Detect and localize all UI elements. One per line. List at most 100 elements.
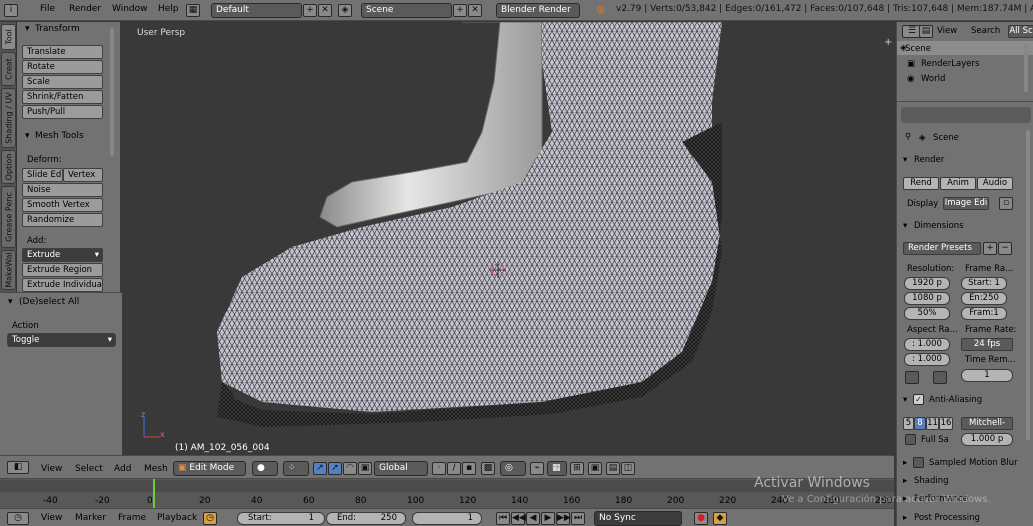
aa-samples-16[interactable]: 16 — [939, 417, 953, 430]
vertex-slide-button[interactable]: Vertex — [63, 168, 103, 182]
render-audio-button[interactable]: Audio — [977, 177, 1013, 190]
marker-menu[interactable]: Marker — [75, 513, 106, 523]
outliner-filter-select[interactable]: All Sc — [1008, 25, 1033, 38]
slide-edge-button[interactable]: Slide Ed — [22, 168, 63, 182]
tab-grease-pencil[interactable]: Grease Penc — [1, 186, 16, 248]
translate-button[interactable]: Translate — [22, 45, 103, 59]
preview-range-icon[interactable]: ◷ — [203, 512, 217, 525]
snap-target-icon[interactable]: ⊞ — [570, 462, 584, 475]
playback-menu[interactable]: Playback — [157, 513, 197, 523]
end-frame-field[interactable]: End: 250 — [326, 512, 406, 525]
rotate-manipulator-icon[interactable]: ◠ — [343, 462, 357, 475]
opengl-anim-icon[interactable]: ▤ — [606, 462, 620, 475]
play-reverse-icon[interactable]: ◀ — [526, 512, 540, 525]
remove-preset-icon[interactable]: − — [998, 242, 1012, 255]
outliner-item-world[interactable]: World — [921, 74, 945, 84]
render-presets-select[interactable]: Render Presets — [903, 242, 981, 255]
pivot-select[interactable]: ⁘ — [283, 461, 309, 476]
render-animation-button[interactable]: Anim — [940, 177, 976, 190]
add-layout-icon[interactable]: + — [303, 4, 317, 17]
resolution-x-field[interactable]: 1920 p — [904, 277, 950, 290]
tab-create[interactable]: Creat — [1, 52, 16, 86]
timeline-editor-icon[interactable]: ◷ — [7, 512, 29, 525]
tab-shading-uv[interactable]: Shading / UV — [1, 88, 16, 148]
post-processing-panel-header[interactable]: Post Processing — [914, 513, 980, 523]
face-select-icon[interactable]: ▪ — [462, 462, 476, 475]
transform-panel-chevron-icon[interactable]: ▾ — [25, 24, 30, 34]
remove-layout-icon[interactable]: ✕ — [318, 4, 332, 17]
jump-start-icon[interactable]: ⏮ — [496, 512, 510, 525]
auto-keyframe-icon[interactable]: ● — [694, 512, 708, 525]
resolution-percentage-field[interactable]: 50% — [904, 307, 950, 320]
orientation-select[interactable]: Global — [374, 461, 428, 476]
time-remap-field[interactable]: 1 — [961, 369, 1013, 382]
snap-toggle-icon[interactable]: ⌁ — [530, 462, 544, 475]
tab-options[interactable]: Option — [1, 150, 16, 184]
screen-layout-field[interactable]: Default — [211, 3, 302, 18]
menu-render[interactable]: Render — [69, 4, 101, 14]
pin-icon[interactable]: ⚲ — [905, 132, 911, 142]
sync-select[interactable]: No Sync — [594, 511, 682, 526]
editor-type-icon[interactable]: i — [4, 4, 18, 17]
crop-checkbox[interactable] — [933, 371, 947, 384]
current-frame-field[interactable]: 1 — [412, 512, 482, 525]
tool-shelf-scrollbar[interactable] — [110, 28, 114, 156]
3d-viewport[interactable]: User Persp (1) AM_102_056_004 z x + — [122, 22, 894, 455]
aa-samples-8[interactable]: 8 — [914, 417, 926, 430]
smooth-vertex-button[interactable]: Smooth Vertex — [22, 198, 103, 212]
frame-start-field[interactable]: Start: 1 — [961, 277, 1007, 290]
screen-layout-icon[interactable]: ▦ — [186, 4, 200, 17]
outliner-display-icon[interactable]: ▤ — [919, 25, 933, 38]
keying-set-icon[interactable]: ◆ — [713, 512, 727, 525]
scene-field[interactable]: Scene — [361, 3, 452, 18]
3d-editor-type-icon[interactable]: ◧ — [7, 461, 29, 474]
shrink-fatten-button[interactable]: Shrink/Fatten — [22, 90, 103, 104]
aa-chevron-icon[interactable]: ▾ — [903, 395, 907, 405]
action-dropdown[interactable]: Toggle ▾ — [7, 333, 116, 347]
frame-step-field[interactable]: Fram:1 — [961, 307, 1007, 320]
aspect-x-field[interactable]: : 1.000 — [904, 338, 950, 351]
aa-panel-header[interactable]: Anti-Aliasing — [929, 395, 982, 405]
edge-select-icon[interactable]: / — [447, 462, 461, 475]
start-frame-field[interactable]: Start: 1 — [237, 512, 325, 525]
select-menu[interactable]: Select — [75, 464, 103, 474]
limit-selection-icon[interactable]: ▩ — [481, 462, 495, 475]
randomize-button[interactable]: Randomize — [22, 213, 103, 227]
view-menu[interactable]: View — [41, 464, 62, 474]
properties-context-tabs[interactable] — [901, 107, 1031, 123]
extrude-dropdown[interactable]: Extrude ▾ — [22, 248, 103, 262]
display-lock-icon[interactable]: ▫ — [999, 197, 1013, 210]
display-select[interactable]: Image Edi — [943, 197, 989, 210]
rotate-button[interactable]: Rotate — [22, 60, 103, 74]
frame-end-field[interactable]: En:250 — [961, 292, 1007, 305]
scene-icon[interactable]: ◈ — [338, 4, 352, 17]
render-engine-select[interactable]: Blender Render — [496, 3, 580, 18]
frame-menu[interactable]: Frame — [118, 513, 146, 523]
add-preset-icon[interactable]: + — [983, 242, 997, 255]
menu-window[interactable]: Window — [112, 4, 148, 14]
outliner-item-renderlayers[interactable]: RenderLayers — [921, 59, 979, 69]
mode-select[interactable]: ▣ Edit Mode — [173, 461, 246, 476]
vertex-select-icon[interactable]: · — [432, 462, 446, 475]
tab-tool[interactable]: Tool — [1, 24, 16, 50]
render-panel-header[interactable]: Render — [914, 155, 944, 165]
mesh-menu[interactable]: Mesh — [144, 464, 168, 474]
motion-blur-checkbox[interactable] — [913, 457, 924, 468]
mesh-tools-chevron-icon[interactable]: ▾ — [25, 131, 30, 141]
border-checkbox[interactable] — [905, 371, 919, 384]
motion-blur-chevron-icon[interactable]: ▸ — [903, 458, 907, 468]
menu-help[interactable]: Help — [158, 4, 179, 14]
resolution-y-field[interactable]: 1080 p — [904, 292, 950, 305]
jump-prev-key-icon[interactable]: ◀◀ — [511, 512, 526, 525]
noise-button[interactable]: Noise — [22, 183, 103, 197]
outliner-item-scene[interactable]: Scene — [905, 44, 931, 54]
scale-manipulator-icon[interactable]: ▣ — [358, 462, 372, 475]
add-menu[interactable]: Add — [114, 464, 131, 474]
add-scene-icon[interactable]: + — [453, 4, 467, 17]
extrude-region-button[interactable]: Extrude Region — [22, 263, 103, 277]
dimensions-panel-header[interactable]: Dimensions — [914, 221, 964, 231]
aa-samples-5[interactable]: 5 — [903, 417, 914, 430]
snap-element-select[interactable]: ▦ — [547, 461, 567, 476]
sampled-motion-blur-header[interactable]: Sampled Motion Blur — [929, 458, 1018, 468]
jump-end-icon[interactable]: ⏭ — [571, 512, 585, 525]
